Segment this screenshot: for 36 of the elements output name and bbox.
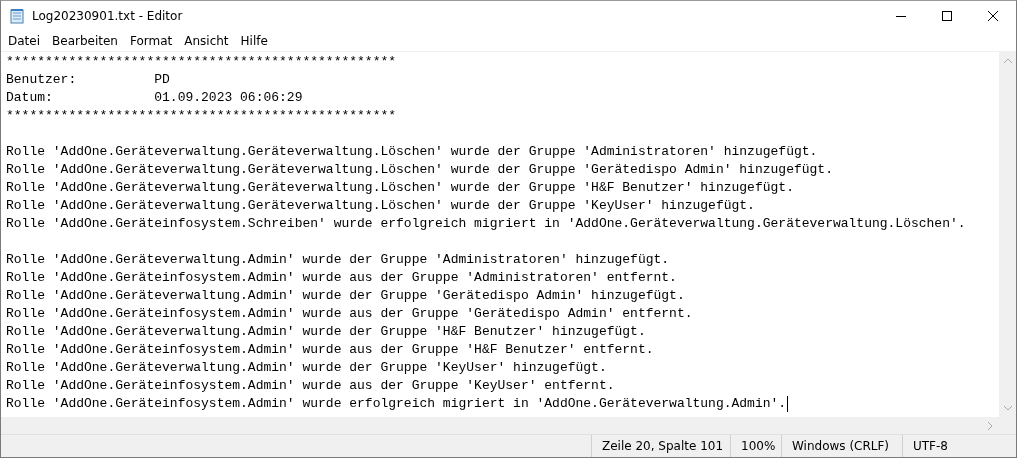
text-line: Rolle 'AddOne.Geräteverwaltung.Admin' wurde der Gruppe 'KeyUser' hinzugefügt. [6, 359, 607, 377]
scroll-up-icon[interactable] [1003, 58, 1012, 63]
menu-item[interactable]: Datei [2, 31, 46, 51]
status-text: 100% [730, 435, 781, 457]
menu-item[interactable]: Ansicht [178, 31, 235, 51]
text-line: Rolle 'AddOne.Geräteverwaltung.Geräteverwaltung.Löschen' wurde der Gruppe 'Gerätedispo Admin' hinzugefügt. [6, 161, 833, 179]
text-line: Rolle 'AddOne.Geräteinfosystem.Admin' wurde aus der Gruppe 'Gerätedispo Admin' entfernt. [6, 305, 693, 323]
menu-item[interactable]: Format [123, 31, 179, 51]
scroll-down-icon[interactable] [1003, 406, 1012, 411]
text-line: ************************************************** [6, 107, 397, 125]
horizontal-scrollbar[interactable] [1, 417, 999, 434]
text-line: Rolle 'AddOne.Geräteinfosystem.Admin' wurde aus der Gruppe 'KeyUser' entfernt. [6, 377, 615, 395]
status-text: Zeile 20, Spalte 101 [591, 435, 730, 457]
maximize-icon [942, 11, 952, 21]
window-title: Log20230901.txt - Editor [32, 9, 183, 23]
text-line: Rolle 'AddOne.Geräteverwaltung.Geräteverwaltung.Löschen' wurde der Gruppe 'H&F Benutzer' hinzugefügt. [6, 179, 794, 197]
notepad-icon [9, 8, 25, 24]
menu-item[interactable]: Bearbeiten [46, 31, 124, 51]
close-icon [988, 11, 998, 21]
text-line: Rolle 'AddOne.Geräteverwaltung.Admin' wurde der Gruppe 'H&F Benutzer' hinzugefügt. [6, 323, 646, 341]
scroll-right-icon[interactable] [988, 421, 993, 430]
text-line: Rolle 'AddOne.Geräteverwaltung.Admin' wurde der Gruppe 'Administratoren' hinzugefügt. [6, 251, 670, 269]
vertical-scrollbar[interactable] [999, 52, 1016, 417]
text-line: Benutzer: PD [6, 71, 170, 89]
status-text: Windows (CRLF) [781, 435, 902, 457]
text-line: Rolle 'AddOne.Geräteinfosystem.Admin' wurde aus der Gruppe 'Administratoren' entfernt. [6, 269, 677, 287]
text-line: ************************************************** [6, 53, 397, 71]
text-line: Rolle 'AddOne.Geräteverwaltung.Admin' wurde der Gruppe 'Gerätedispo Admin' hinzugefügt. [6, 287, 685, 305]
text-line: Rolle 'AddOne.Geräteverwaltung.Geräteverwaltung.Löschen' wurde der Gruppe 'Administratoren' hinzugefügt. [6, 143, 818, 161]
text-line: Datum: 01.09.2023 06:06:29 [6, 89, 303, 107]
text-line: Rolle 'AddOne.Geräteverwaltung.Geräteverwaltung.Löschen' wurde der Gruppe 'KeyUser' hinzugefügt. [6, 197, 755, 215]
text-line: Rolle 'AddOne.Geräteinfosystem.Schreiben' wurde erfolgreich migriert in 'AddOne.Geräteverwaltung.Geräteverwaltung.Löschen'. [6, 215, 966, 233]
text-line: Rolle 'AddOne.Geräteinfosystem.Admin' wurde aus der Gruppe 'H&F Benutzer' entfernt. [6, 341, 654, 359]
status-text: UTF-8 [902, 435, 1006, 457]
text-line: Rolle 'AddOne.Geräteinfosystem.Admin' wurde erfolgreich migriert in 'AddOne.Geräteverwaltung.Admin'. [6, 395, 787, 413]
menu-item[interactable]: Hilfe [234, 31, 274, 51]
